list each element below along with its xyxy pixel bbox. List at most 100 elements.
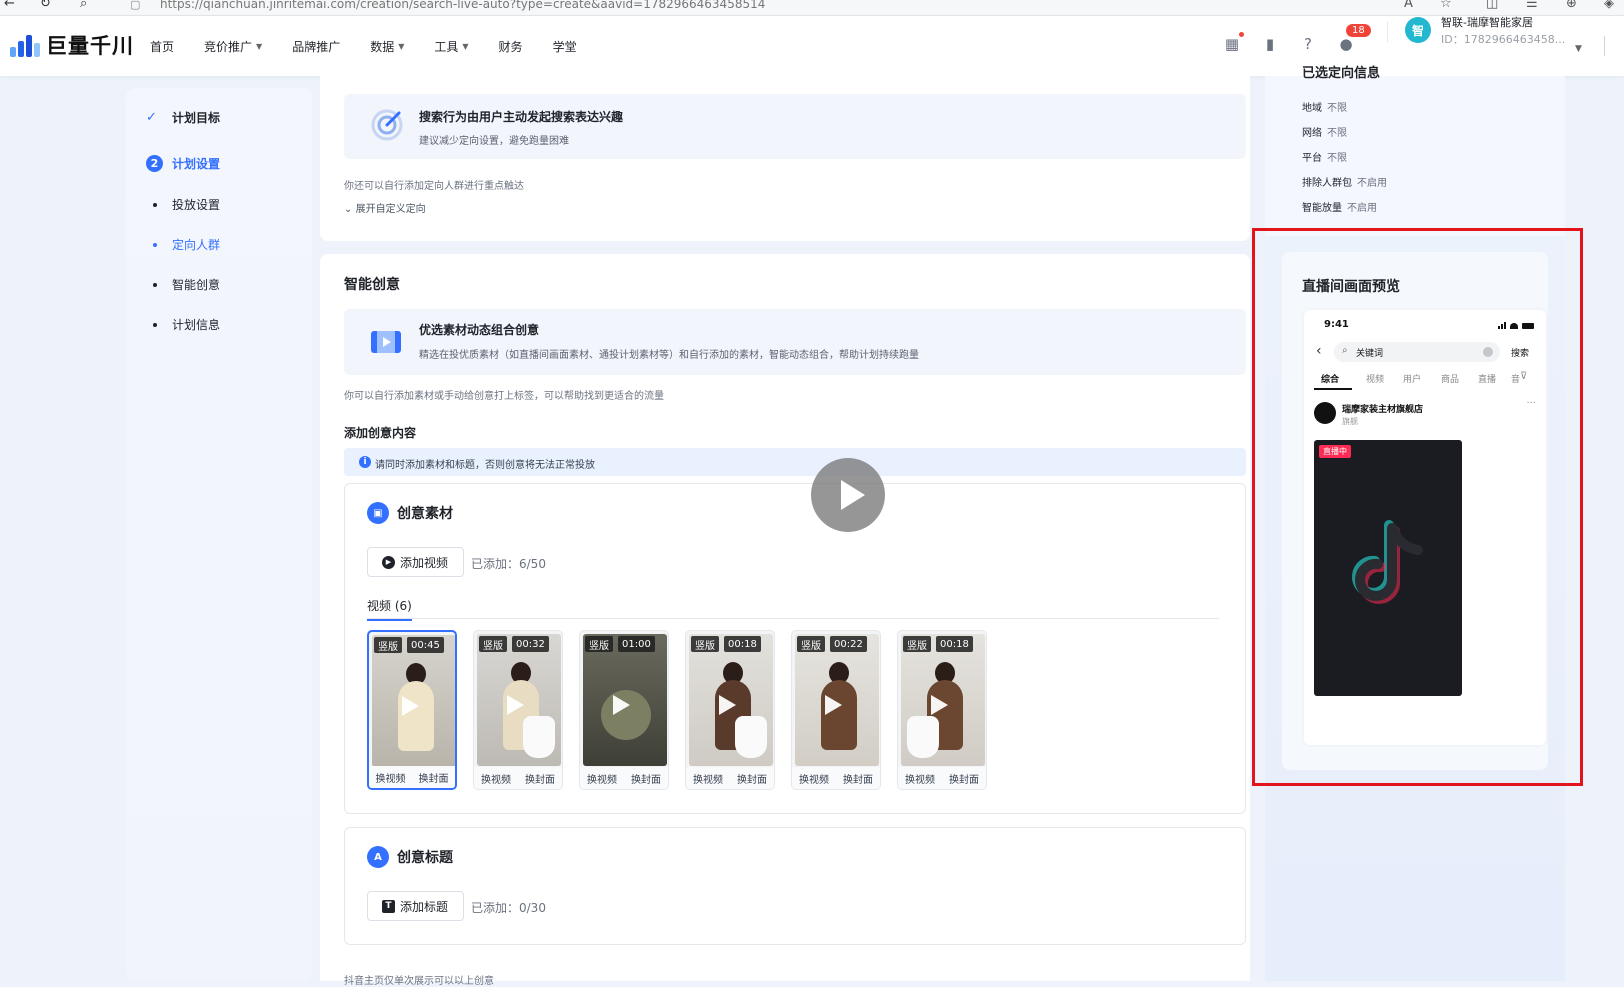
browser-toolbar: ← ↻ ⌕ https://qianchuan.jinritemai.com/c… [0, 0, 1624, 16]
thumbnail-actions: 换视频 换封面 [474, 767, 562, 789]
summary-row: 网络 不限 [1302, 124, 1347, 139]
video-thumbnail[interactable]: 竖版 00:45 换视频 换封面 [367, 630, 457, 790]
step-smart-creative[interactable]: 智能创意 [146, 276, 220, 293]
summary-heading: 已选定向信息 [1302, 66, 1381, 81]
format-tag: 竖版 [479, 636, 507, 652]
video-thumbnail[interactable]: 竖版 00:18 换视频 换封面 [685, 630, 775, 790]
menu-academy[interactable]: 学堂 [553, 38, 577, 55]
targeting-card: 搜索行为由用户主动发起搜索表达兴趣 建议减少定向设置，避免跑量困难 你还可以自行… [320, 76, 1250, 241]
page-info-icon[interactable]: ▢ [130, 0, 140, 11]
search-icon[interactable]: ⌕ [80, 0, 87, 11]
add-video-button[interactable]: ▶ 添加视频 [367, 547, 465, 577]
panel-title: 创意标题 [397, 850, 453, 866]
step-label: 智能创意 [172, 278, 221, 292]
summary-row: 排除人群包 不启用 [1302, 174, 1387, 189]
replace-video-button[interactable]: 换视频 [481, 771, 511, 786]
expand-custom-targeting[interactable]: ⌄ 展开自定义定向 [344, 200, 426, 215]
menu-brand-promotion[interactable]: 品牌推广 [292, 38, 340, 55]
add-headline-button[interactable]: T 添加标题 [367, 891, 465, 921]
step-label: 计划目标 [172, 111, 221, 125]
replace-cover-button[interactable]: 换封面 [631, 771, 661, 786]
notice-text: 请同时添加素材和标题，否则创意将无法正常投放 [375, 460, 595, 471]
refresh-icon[interactable]: ↻ [40, 0, 51, 11]
replace-video-button[interactable]: 换视频 [587, 771, 617, 786]
play-circle-icon: ▶ [382, 555, 395, 569]
play-icon [507, 695, 524, 715]
tab-videos[interactable]: 视频 (6) [367, 597, 412, 621]
highlight-box [1252, 228, 1583, 786]
divider [1604, 36, 1605, 56]
document-icon[interactable]: ▮ [1260, 34, 1280, 54]
address-bar[interactable]: https://qianchuan.jinritemai.com/creatio… [118, 0, 1388, 13]
message-icon[interactable]: ● 18 [1336, 24, 1371, 54]
step-plan-settings[interactable]: 2 计划设置 [146, 155, 220, 172]
play-icon [613, 695, 630, 715]
step-plan-info[interactable]: 计划信息 [146, 316, 220, 333]
back-icon[interactable]: ← [4, 0, 15, 11]
help-icon[interactable]: ? [1298, 34, 1318, 54]
menu-label: 竞价推广 [204, 39, 253, 54]
avatar: 智 [1405, 17, 1431, 43]
gift-icon[interactable]: ▦ [1222, 32, 1244, 54]
account-name: 智联-瑞摩智能家居 [1441, 16, 1533, 29]
video-thumbnail[interactable]: 竖版 01:00 换视频 换封面 [579, 630, 669, 790]
dynamic-creative-info: 优选素材动态组合创意 精选在投优质素材（如直播间画面素材、通投计划素材等）和自行… [344, 309, 1246, 375]
menu-home[interactable]: 首页 [150, 38, 174, 55]
summary-value: 不限 [1327, 128, 1347, 139]
summary-row: 智能放量 不启用 [1302, 199, 1377, 214]
replace-cover-button[interactable]: 换封面 [419, 770, 449, 785]
material-icon: ▣ [367, 502, 389, 524]
video-thumbnail[interactable]: 竖版 00:22 换视频 换封面 [791, 630, 881, 790]
video-thumbnail[interactable]: 竖版 00:18 换视频 换封面 [897, 630, 987, 790]
menu-label: 财务 [498, 39, 523, 54]
menu-data[interactable]: 数据 ▼ [370, 38, 404, 55]
play-icon [825, 695, 842, 715]
step-label: 计划设置 [172, 157, 221, 171]
thumbnail-actions: 换视频 换封面 [686, 767, 774, 789]
thumbnail-actions: 换视频 换封面 [580, 767, 668, 789]
replace-cover-button[interactable]: 换封面 [737, 771, 767, 786]
video-play-button[interactable] [811, 458, 885, 532]
extensions-icon[interactable]: ⊕ [1566, 0, 1577, 11]
format-tag: 竖版 [374, 637, 402, 653]
check-icon: ✓ [146, 110, 157, 125]
creative-material-icon [371, 331, 401, 353]
favorite-icon[interactable]: ☆ [1440, 0, 1452, 11]
replace-cover-button[interactable]: 换封面 [525, 771, 555, 786]
account-switcher[interactable]: 智 智联-瑞摩智能家居 ID：1782966463458... [1405, 12, 1585, 48]
logo[interactable]: 巨量千川 [10, 30, 134, 60]
replace-video-button[interactable]: 换视频 [799, 771, 829, 786]
duration-tag: 00:45 [407, 637, 444, 653]
format-tag: 竖版 [585, 636, 613, 652]
chevron-down-icon[interactable]: ▼ [1575, 44, 1582, 54]
duration-tag: 00:18 [724, 636, 761, 652]
thumbnail-actions: 换视频 换封面 [369, 766, 455, 788]
step-delivery-settings[interactable]: 投放设置 [146, 196, 220, 213]
format-tag: 竖版 [691, 636, 719, 652]
step-plan-goal[interactable]: ✓ 计划目标 [146, 109, 220, 126]
menu-bidding-promotion[interactable]: 竞价推广 ▼ [204, 38, 262, 55]
copilot-icon[interactable]: ◈ [1604, 0, 1614, 11]
menu-tools[interactable]: 工具 ▼ [434, 38, 468, 55]
duration-tag: 00:22 [830, 636, 867, 652]
menu-label: 首页 [150, 39, 175, 54]
replace-cover-button[interactable]: 换封面 [949, 771, 979, 786]
step-navigation: ✓ 计划目标 2 计划设置 投放设置 定向人群 智能创意 计划信息 [126, 88, 312, 981]
step-targeting[interactable]: 定向人群 [146, 236, 220, 253]
added-count: 已添加：0/30 [471, 901, 546, 915]
replace-cover-button[interactable]: 换封面 [843, 771, 873, 786]
replace-video-button[interactable]: 换视频 [905, 771, 935, 786]
info-icon: i [359, 456, 371, 468]
split-icon[interactable]: ◫ [1486, 0, 1498, 11]
replace-video-button[interactable]: 换视频 [376, 770, 406, 785]
text-icon: T [382, 899, 395, 913]
summary-row: 地域 不限 [1302, 99, 1347, 114]
read-aloud-icon[interactable]: A [1404, 0, 1413, 11]
favorites-list-icon[interactable]: ☰ [1526, 0, 1538, 11]
info-description: 精选在投优质素材（如直播间画面素材、通投计划素材等）和自行添加的素材，智能动态组… [419, 350, 919, 361]
menu-finance[interactable]: 财务 [499, 38, 523, 55]
target-icon [371, 109, 403, 141]
video-thumbnail[interactable]: 竖版 00:32 换视频 换封面 [473, 630, 563, 790]
material-tabs: 视频 (6) [367, 597, 1219, 621]
replace-video-button[interactable]: 换视频 [693, 771, 723, 786]
